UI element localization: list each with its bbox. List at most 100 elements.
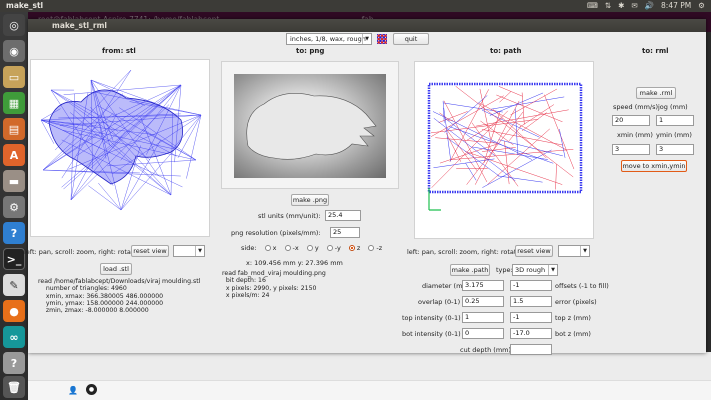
png-resolution-field[interactable]: 25 (330, 227, 360, 238)
move-to-xmin-ymin-button[interactable]: move to xmin,ymin (621, 160, 687, 172)
make-rml-button[interactable]: make .rml (636, 87, 676, 99)
xmin-label: xmin (mm) (617, 131, 653, 139)
stl-view[interactable] (30, 59, 210, 237)
png-info: read fab_mod_viraj moulding.png bit dept… (222, 270, 326, 299)
top-z-label: top z (mm) (555, 314, 591, 322)
bluetooth-icon[interactable]: ✱ (618, 1, 624, 10)
toolpath-segment (499, 139, 563, 157)
bot-intensity-field[interactable]: 0 (462, 328, 504, 339)
radio-icon (368, 245, 375, 251)
presentation-icon[interactable]: ▤ (3, 118, 25, 140)
stl-units-field[interactable]: 25.4 (325, 210, 361, 221)
toolpath-segment (498, 86, 523, 97)
side-radio-neg-y[interactable]: -y (326, 244, 341, 252)
spreadsheet-icon[interactable]: ▦ (3, 92, 25, 114)
path-reset-view-button[interactable]: reset view (515, 245, 553, 257)
dash-icon[interactable]: ◎ (3, 14, 25, 36)
chevron-down-icon: ▼ (362, 34, 371, 44)
path-header: to: path (490, 47, 522, 55)
arduino-icon[interactable]: ∞ (3, 326, 25, 348)
settings-icon[interactable]: ⚙ (3, 196, 25, 218)
user-icon[interactable]: 👤 (68, 386, 78, 395)
make-path-button[interactable]: make .path (450, 264, 490, 276)
side-radio-z[interactable]: z (348, 244, 360, 252)
chat-icon[interactable]: ● (86, 384, 97, 395)
xmin-field[interactable]: 3 (612, 144, 650, 155)
make-stl-rml-window: make_stl_rml inches, 1/8, wax, rough ▼ q… (24, 19, 706, 355)
units-select-value: inches, 1/8, wax, rough (290, 35, 366, 43)
trash-icon[interactable]: 🗑 (3, 376, 25, 398)
jog-field[interactable]: 1 (656, 115, 694, 126)
software-center-icon[interactable]: A (3, 144, 25, 166)
top-intensity-field[interactable]: 1 (462, 312, 504, 323)
toolpath-segment (489, 92, 544, 116)
path-view[interactable] (414, 61, 594, 239)
jog-label: jog (mm) (658, 103, 688, 111)
side-radio-y[interactable]: y (306, 244, 319, 252)
terminal-icon[interactable]: >_ (3, 248, 25, 270)
offsets-field[interactable]: -1 (510, 280, 552, 291)
png-view (221, 61, 399, 189)
radio-icon (284, 245, 291, 251)
color-grid-icon[interactable] (377, 34, 387, 44)
stl-reset-view-button[interactable]: reset view (131, 245, 169, 257)
mail-icon[interactable]: ✉ (631, 1, 637, 10)
mesh-edge (63, 84, 182, 95)
side-radio-neg-z[interactable]: -z (368, 244, 382, 252)
firefox-icon[interactable]: ● (3, 300, 25, 322)
radio-icon (264, 245, 271, 251)
toolpath-segment (438, 111, 468, 123)
speed-field[interactable]: 20 (612, 115, 650, 126)
toolpath-segment (487, 128, 550, 185)
overlap-field[interactable]: 0.25 (462, 296, 504, 307)
diameter-field[interactable]: 3.175 (462, 280, 504, 291)
bot-z-field[interactable]: -17.0 (510, 328, 552, 339)
chevron-down-icon: ▼ (195, 246, 204, 256)
volume-icon[interactable]: 🔊 (645, 1, 654, 10)
text-editor-icon[interactable]: ✎ (3, 274, 25, 296)
help-icon[interactable]: ? (3, 222, 25, 244)
speed-label: speed (mm/s) (613, 103, 659, 111)
png-resolution-label: png resolution (pixels/mm): (231, 229, 321, 237)
toolpath-segment (433, 118, 516, 182)
path-view-hint: left: pan, scroll: zoom, right: rotate (407, 248, 521, 256)
path-type-select[interactable]: 3D rough ▼ (512, 264, 558, 276)
toolpath-segment (559, 129, 566, 158)
keyboard-icon[interactable]: ⌨ (587, 1, 598, 10)
top-z-field[interactable]: -1 (510, 312, 552, 323)
clock[interactable]: 8:47 PM (661, 1, 691, 10)
ymin-label: ymin (mm) (656, 131, 692, 139)
units-select[interactable]: inches, 1/8, wax, rough ▼ (286, 33, 372, 45)
error-field[interactable]: 1.5 (510, 296, 552, 307)
chevron-down-icon: ▼ (548, 265, 557, 275)
ymin-field[interactable]: 3 (656, 144, 694, 155)
toolpath-segment (430, 95, 504, 137)
path-type-label: type: (496, 266, 513, 274)
make-png-button[interactable]: make .png (291, 194, 329, 206)
unknown-app-icon[interactable]: ? (3, 352, 25, 374)
rml-header: to: rml (642, 47, 669, 55)
cut-depth-field[interactable] (510, 344, 552, 355)
toolpath-segment (510, 88, 558, 116)
gear-icon[interactable]: ⚙ (698, 1, 705, 10)
camera-icon[interactable]: ◉ (3, 40, 25, 62)
toolpath-segment (492, 109, 547, 159)
toolpath-segment (519, 104, 555, 128)
path-view-select[interactable]: ▼ (558, 245, 590, 257)
active-app-title: make_stl (6, 1, 44, 10)
files-icon[interactable]: ▭ (3, 66, 25, 88)
side-radio-neg-x[interactable]: -x (284, 244, 299, 252)
png-heightmap (234, 74, 386, 178)
stl-view-select[interactable]: ▼ (173, 245, 205, 257)
toolpath-segment (490, 96, 565, 110)
network-icon[interactable]: ⇅ (605, 1, 611, 10)
side-radio-x[interactable]: x (264, 244, 276, 252)
toolpath-segment (449, 89, 489, 162)
drawer-icon[interactable]: ▬ (3, 170, 25, 192)
window-titlebar: make_stl_rml (28, 19, 706, 32)
offsets-label: offsets (-1 to fill) (555, 282, 609, 290)
load-stl-button[interactable]: load .stl (100, 263, 132, 275)
toolpath-segment (450, 149, 574, 160)
quit-button[interactable]: quit (393, 33, 429, 45)
top-intensity-label: top intensity (0-1) (402, 314, 461, 322)
